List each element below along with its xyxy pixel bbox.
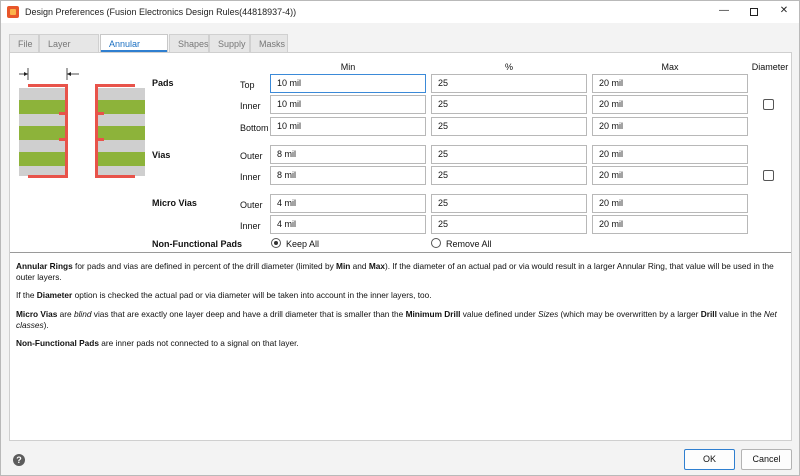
maximize-icon bbox=[750, 8, 758, 16]
title-bar: Design Preferences (Fusion Electronics D… bbox=[1, 1, 799, 23]
pads-inner-max-input[interactable]: 20 mil bbox=[592, 95, 748, 114]
vias-label: Vias bbox=[152, 150, 171, 160]
vias-outer-max-input[interactable]: 20 mil bbox=[592, 145, 748, 164]
column-min: Min bbox=[340, 62, 356, 72]
pads-inner-label: Inner bbox=[240, 101, 261, 111]
help-text: for pads and vias are defined in percent… bbox=[72, 261, 337, 271]
divider bbox=[10, 252, 791, 253]
vias-inner-label: Inner bbox=[240, 172, 261, 182]
help-drill-term: Drill bbox=[700, 309, 717, 319]
vias-outer-label: Outer bbox=[240, 151, 263, 161]
vias-inner-max-input[interactable]: 20 mil bbox=[592, 166, 748, 185]
help-non-functional-pads: Non-Functional Pads are inner pads not c… bbox=[16, 338, 781, 349]
help-max-term: Max bbox=[368, 261, 385, 271]
help-diameter: If the Diameter option is checked the ac… bbox=[16, 290, 781, 301]
remove-all-label: Remove All bbox=[446, 239, 492, 249]
micro-vias-inner-min-input[interactable]: 4 mil bbox=[270, 215, 426, 234]
column-max: Max bbox=[661, 62, 679, 72]
column-percent: % bbox=[504, 62, 513, 72]
minimize-button[interactable]: — bbox=[711, 1, 737, 23]
help-text: vias that are exactly one layer deep and… bbox=[91, 309, 406, 319]
ok-button[interactable]: OK bbox=[684, 449, 735, 470]
help-diameter-term: Diameter bbox=[36, 290, 73, 300]
keep-all-label: Keep All bbox=[286, 239, 320, 249]
help-text: are bbox=[57, 309, 74, 319]
pads-inner-percent-input[interactable]: 25 bbox=[431, 95, 587, 114]
vias-inner-min-input[interactable]: 8 mil bbox=[270, 166, 426, 185]
remove-all-radio[interactable] bbox=[431, 238, 441, 248]
design-preferences-window: Design Preferences (Fusion Electronics D… bbox=[0, 0, 800, 476]
micro-vias-inner-max-input[interactable]: 20 mil bbox=[592, 215, 748, 234]
tab-file[interactable]: File bbox=[9, 34, 39, 52]
micro-vias-outer-label: Outer bbox=[240, 200, 263, 210]
pads-bottom-max-input[interactable]: 20 mil bbox=[592, 117, 748, 136]
pads-bottom-label: Bottom bbox=[240, 123, 269, 133]
annular-ring-panel: Min % Max Diameter Pads Top 10 mil 25 20… bbox=[9, 52, 792, 441]
pads-diameter-checkbox[interactable] bbox=[763, 99, 774, 110]
micro-vias-inner-percent-input[interactable]: 25 bbox=[431, 215, 587, 234]
tab-shapes[interactable]: Shapes bbox=[169, 34, 209, 52]
help-non-functional-term: Non-Functional Pads bbox=[16, 338, 99, 348]
micro-vias-label: Micro Vias bbox=[152, 198, 197, 208]
non-functional-pads-label: Non-Functional Pads bbox=[152, 239, 242, 249]
help-annular-rings: Annular Rings for pads and vias are defi… bbox=[16, 261, 781, 283]
tab-supply[interactable]: Supply bbox=[209, 34, 250, 52]
help-text: are inner pads not connected to a signal… bbox=[98, 338, 299, 348]
help-micro-vias-term: Micro Vias bbox=[16, 309, 58, 319]
help-annular-rings-term: Annular Rings bbox=[16, 261, 73, 271]
help-icon[interactable]: ? bbox=[13, 454, 25, 466]
help-text: (which may be overwritten by a larger bbox=[558, 309, 701, 319]
tab-masks[interactable]: Masks bbox=[250, 34, 288, 52]
pads-top-label: Top bbox=[240, 80, 255, 90]
vias-outer-percent-input[interactable]: 25 bbox=[431, 145, 587, 164]
help-text: and bbox=[350, 261, 369, 271]
maximize-button[interactable] bbox=[741, 1, 767, 23]
cancel-button[interactable]: Cancel bbox=[741, 449, 792, 470]
help-minimum-drill-term: Minimum Drill bbox=[405, 309, 461, 319]
close-button[interactable]: ✕ bbox=[771, 1, 797, 23]
keep-all-radio[interactable] bbox=[271, 238, 281, 248]
help-text: If the bbox=[16, 290, 37, 300]
column-diameter: Diameter bbox=[751, 62, 789, 72]
pads-bottom-percent-input[interactable]: 25 bbox=[431, 117, 587, 136]
pads-inner-min-input[interactable]: 10 mil bbox=[270, 95, 426, 114]
vias-outer-min-input[interactable]: 8 mil bbox=[270, 145, 426, 164]
app-icon bbox=[7, 6, 19, 18]
window-title: Design Preferences (Fusion Electronics D… bbox=[25, 7, 297, 17]
help-blind-term: blind bbox=[73, 309, 92, 319]
tab-annular-ring[interactable]: Annular Ring bbox=[100, 34, 168, 67]
help-text: value in the bbox=[716, 309, 764, 319]
micro-vias-inner-label: Inner bbox=[240, 221, 261, 231]
help-micro-vias: Micro Vias are blind vias that are exact… bbox=[16, 309, 781, 331]
pads-label: Pads bbox=[152, 78, 174, 88]
help-text: value defined under bbox=[460, 309, 538, 319]
help-sizes-term: Sizes bbox=[537, 309, 559, 319]
pads-top-min-input[interactable]: 10 mil bbox=[270, 74, 426, 93]
pads-bottom-min-input[interactable]: 10 mil bbox=[270, 117, 426, 136]
micro-vias-outer-max-input[interactable]: 20 mil bbox=[592, 194, 748, 213]
micro-vias-outer-percent-input[interactable]: 25 bbox=[431, 194, 587, 213]
pads-top-max-input[interactable]: 20 mil bbox=[592, 74, 748, 93]
vias-diameter-checkbox[interactable] bbox=[763, 170, 774, 181]
tab-layer-stack[interactable]: Layer Stack bbox=[39, 34, 99, 67]
help-min-term: Min bbox=[336, 261, 351, 271]
pads-top-percent-input[interactable]: 25 bbox=[431, 74, 587, 93]
vias-inner-percent-input[interactable]: 25 bbox=[431, 166, 587, 185]
help-text: option is checked the actual pad or via … bbox=[72, 290, 432, 300]
annular-ring-diagram bbox=[19, 68, 145, 184]
help-text: ). bbox=[43, 320, 49, 330]
micro-vias-outer-min-input[interactable]: 4 mil bbox=[270, 194, 426, 213]
